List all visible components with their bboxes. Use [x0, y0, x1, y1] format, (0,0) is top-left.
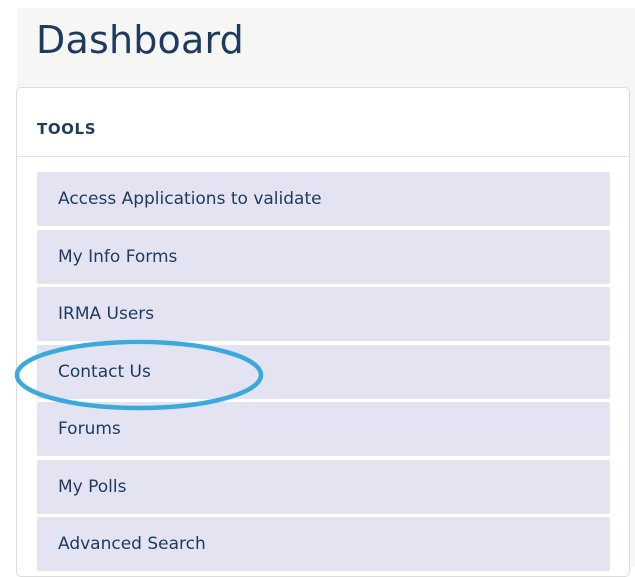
tool-item-irma-users[interactable]: IRMA Users	[37, 287, 610, 341]
tool-link-my-info-forms[interactable]: My Info Forms	[58, 247, 177, 267]
tools-panel: TOOLS Access Applications to validate My…	[16, 87, 630, 577]
tool-link-forums[interactable]: Forums	[58, 419, 121, 439]
tool-item-advanced-search[interactable]: Advanced Search	[37, 517, 610, 571]
tools-panel-title: TOOLS	[37, 120, 97, 138]
tool-item-my-info-forms[interactable]: My Info Forms	[37, 229, 610, 284]
tools-list: Access Applications to validate My Info …	[37, 172, 610, 575]
tool-item-my-polls[interactable]: My Polls	[37, 459, 610, 514]
page-title: Dashboard	[36, 18, 244, 62]
tool-link-advanced-search[interactable]: Advanced Search	[58, 534, 206, 554]
tool-item-forums[interactable]: Forums	[37, 402, 610, 456]
tools-panel-header: TOOLS	[17, 88, 629, 157]
tool-link-my-polls[interactable]: My Polls	[58, 477, 126, 497]
tool-item-contact-us[interactable]: Contact Us	[37, 344, 610, 399]
tool-link-contact-us[interactable]: Contact Us	[58, 362, 151, 382]
tool-link-irma-users[interactable]: IRMA Users	[58, 304, 154, 324]
tool-item-access-applications[interactable]: Access Applications to validate	[37, 172, 610, 226]
tool-link-access-applications[interactable]: Access Applications to validate	[58, 189, 322, 209]
